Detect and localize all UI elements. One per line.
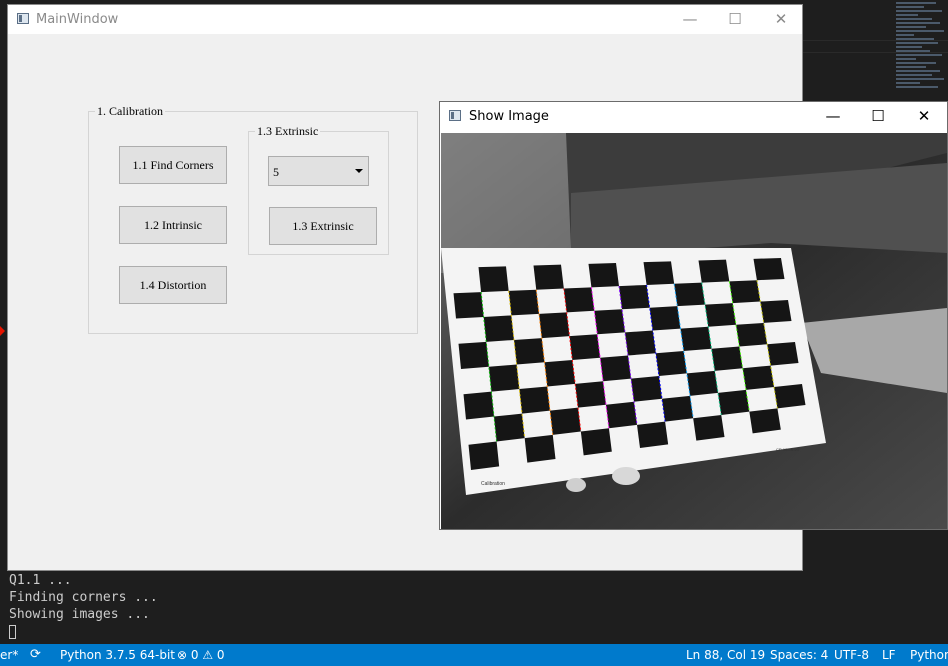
chessboard-square [494,413,525,442]
chessboard-square [569,334,601,360]
terminal-line: Showing images ... [9,607,150,622]
chessboard-square [662,395,694,422]
chessboard-square [563,287,595,313]
chessboard-square [468,441,500,470]
branch-status[interactable]: er* [0,648,18,662]
window-title: MainWindow [36,12,119,27]
find-corners-button[interactable]: 1.1 Find Corners [119,146,227,184]
chessboard-square [533,264,564,290]
chessboard-square [693,414,725,441]
chevron-down-icon [355,169,363,173]
chessboard-square [514,338,545,365]
chessboard-square [774,384,806,409]
status-bar: er* ⟳ Python 3.7.5 64-bit ⊗ 0 ⚠ 0 Ln 88,… [0,644,948,666]
problems-indicator[interactable]: ⊗ 0 ⚠ 0 [177,648,225,662]
chessboard-square [655,351,687,377]
chessboard-square [753,258,785,281]
maximize-icon[interactable]: ☐ [712,5,758,34]
minimize-icon[interactable]: — [667,5,713,34]
terminal-output[interactable]: Q1.1 ... Finding corners ... Showing ima… [9,572,158,644]
chessboard-square [749,408,781,434]
chessboard-square [674,282,705,307]
error-marker-icon [0,326,5,336]
encoding[interactable]: UTF-8 [834,648,869,662]
sync-icon[interactable]: ⟳ [30,647,41,662]
image-index-dropdown[interactable]: 5 [268,156,369,186]
app-icon [17,13,29,24]
distortion-button[interactable]: 1.4 Distortion [119,266,227,304]
editor-minimap[interactable] [896,0,948,110]
calibration-group: 1. Calibration 1.1 Find Corners 1.2 Intr… [88,104,418,334]
main-window-titlebar[interactable]: MainWindow — ☐ ✕ [8,5,802,34]
extrinsic-group: 1.3 Extrinsic 5 1.3 Extrinsic [248,124,389,255]
calibration-group-title: 1. Calibration [95,104,165,119]
terminal-line: Q1.1 ... [9,573,72,588]
chessboard-square [742,365,774,390]
close-icon[interactable]: ✕ [758,5,804,34]
chessboard-square [736,322,768,347]
chessboard-square [550,407,581,435]
chessboard-square [631,376,662,402]
chessboard-square [483,315,514,342]
chessboard-square [588,263,619,288]
chessboard-square [637,421,669,448]
chessboard-square [619,284,650,310]
board-label-right: CP-189-6-20 [776,447,800,452]
chessboard-square [680,326,712,351]
chessboard-square [686,370,718,396]
app-icon [449,110,461,121]
calibration-image: Calibration CP-189-6-20 [441,133,947,529]
chessboard-square [580,428,612,456]
chessboard-square [519,386,550,414]
chessboard-square [606,401,637,429]
chessboard-square [625,330,656,356]
chessboard-photo: Calibration CP-189-6-20 [441,133,947,529]
end-of-line[interactable]: LF [882,648,896,662]
chessboard-square [729,280,761,304]
chessboard-square [544,360,576,387]
image-window-titlebar[interactable]: Show Image — ☐ ✕ [440,102,947,131]
board-label-left: Calibration [481,481,505,487]
editor-divider [803,40,948,41]
intrinsic-button[interactable]: 1.2 Intrinsic [119,206,227,244]
language-mode[interactable]: Python [910,648,948,662]
show-image-window: Show Image — ☐ ✕ Calibration CP-189-6-20 [439,101,948,530]
terminal-cursor [9,625,16,639]
chessboard-square [767,342,799,366]
chessboard-square [760,300,792,323]
chessboard-square [539,312,570,339]
chessboard-square [453,292,484,319]
indentation[interactable]: Spaces: 4 [770,648,828,662]
chessboard-square [463,391,494,420]
chessboard-square [488,364,520,392]
cursor-position[interactable]: Ln 88, Col 19 [686,648,765,662]
chessboard-square [478,266,509,293]
chessboard-square [705,303,736,327]
chessboard-square [711,346,743,371]
minimize-icon[interactable]: — [810,102,856,131]
extrinsic-group-title: 1.3 Extrinsic [255,124,321,139]
window-title: Show Image [469,109,549,124]
chessboard-square [524,434,556,463]
python-interpreter[interactable]: Python 3.7.5 64-bit [60,648,175,662]
chessboard-square [698,259,730,283]
close-icon[interactable]: ✕ [901,102,947,131]
chessboard-square [575,381,606,408]
chessboard-square [643,261,675,285]
chessboard-square [458,341,489,369]
chessboard-square [594,309,625,335]
terminal-line: Finding corners ... [9,590,158,605]
chessboard-square [649,306,681,331]
extrinsic-button[interactable]: 1.3 Extrinsic [269,207,377,245]
dropdown-value: 5 [273,165,279,179]
maximize-icon[interactable]: ☐ [855,102,901,131]
editor-divider [803,52,948,53]
chessboard-square [600,355,631,382]
chessboard-square [508,289,539,316]
chessboard-square [718,389,750,415]
